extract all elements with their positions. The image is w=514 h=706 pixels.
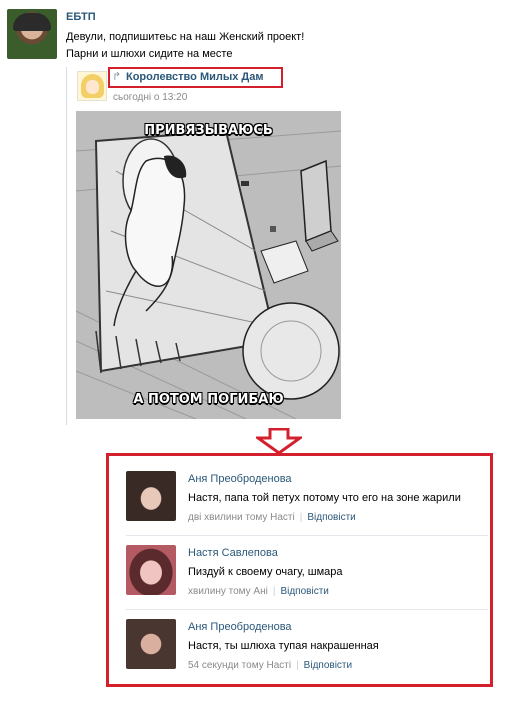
- reply-link[interactable]: Відповісти: [280, 586, 328, 597]
- meta-separator: |: [296, 660, 299, 671]
- repost-arrow-icon: ↱: [112, 71, 122, 83]
- commenter-avatar[interactable]: [126, 545, 176, 595]
- comment-item: Аня Преоброденова Настя, ты шлюха тупая …: [126, 619, 486, 689]
- reply-link[interactable]: Відповісти: [307, 512, 355, 523]
- author-avatar[interactable]: [7, 9, 57, 59]
- meta-separator: |: [272, 586, 276, 597]
- down-arrow-icon: [256, 428, 302, 454]
- avatar-face: [86, 80, 99, 94]
- comment-text: Пиздуй к своему очагу, шмара: [188, 566, 343, 578]
- commenter-avatar[interactable]: [126, 619, 176, 669]
- comment-text: Настя, ты шлюха тупая накрашенная: [188, 640, 379, 652]
- manga-illustration: [76, 111, 341, 419]
- meme-bottom-caption: А ПОТОМ ПОГИБАЮ: [133, 392, 284, 407]
- comment-time[interactable]: дві хвилини тому Насті: [188, 512, 295, 523]
- comment-meta: 54 секунди тому Насті | Відповісти: [188, 660, 352, 671]
- repost-indent-bar: [66, 67, 67, 425]
- avatar-cap: [13, 13, 51, 31]
- reply-link[interactable]: Відповісти: [304, 660, 352, 671]
- comment-time[interactable]: хвилину тому Ані: [188, 586, 268, 597]
- meme-image[interactable]: ПРИВЯЗЫВАЮСЬ А ПОТОМ ПОГИБАЮ: [76, 111, 341, 419]
- comment-meta: дві хвилини тому Насті | Відповісти: [188, 512, 356, 523]
- repost-source-avatar[interactable]: [77, 71, 107, 101]
- meta-separator: |: [299, 512, 303, 523]
- meme-top-caption: ПРИВЯЗЫВАЮСЬ: [144, 123, 273, 138]
- commenter-name[interactable]: Аня Преоброденова: [188, 621, 292, 633]
- comment-time[interactable]: 54 секунди тому Насті: [188, 660, 291, 671]
- repost-timestamp[interactable]: сьогодні о 13:20: [113, 92, 187, 103]
- comment-divider: [126, 535, 488, 536]
- comment-divider: [126, 609, 488, 610]
- comment-meta: хвилину тому Ані | Відповісти: [188, 586, 329, 597]
- commenter-avatar[interactable]: [126, 471, 176, 521]
- commenter-name[interactable]: Настя Савлепова: [188, 547, 278, 559]
- post-text-line-1: Девули, подпишитеьс на наш Женский проек…: [66, 31, 305, 43]
- post-author-name[interactable]: ЕБТП: [66, 11, 96, 23]
- commenter-name[interactable]: Аня Преоброденова: [188, 473, 292, 485]
- comment-item: Аня Преоброденова Настя, папа той петух …: [126, 471, 486, 541]
- repost-source-link[interactable]: Королевство Милых Дам: [126, 71, 264, 83]
- comment-text: Настя, папа той петух потому что его на …: [188, 492, 461, 504]
- post-text-line-2: Парни и шлюхи сидите на месте: [66, 48, 233, 60]
- comment-item: Настя Савлепова Пиздуй к своему очагу, ш…: [126, 545, 486, 615]
